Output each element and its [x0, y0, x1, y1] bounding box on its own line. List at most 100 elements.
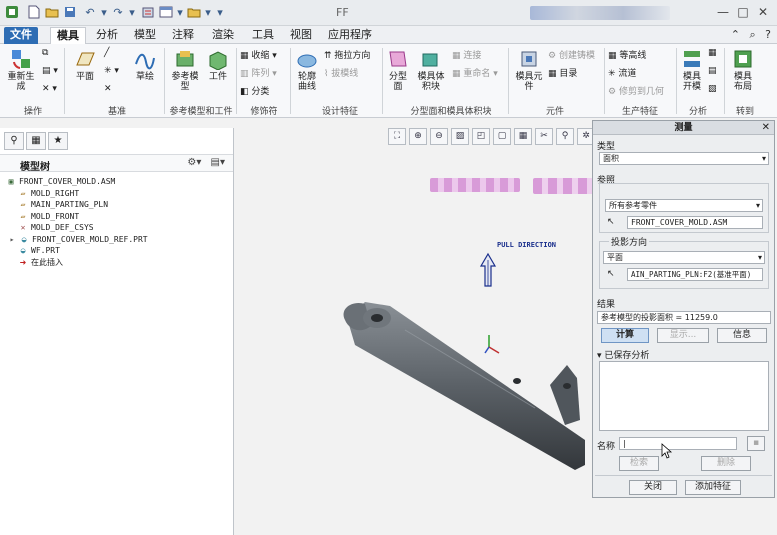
- mold-volume-button[interactable]: 模具体 积块: [414, 48, 448, 92]
- tree-item[interactable]: ◒ WF.PRT: [6, 245, 148, 257]
- projection-reference-field[interactable]: AIN_PARTING_PLN:F2(基准平面): [627, 268, 763, 281]
- reference-model-field[interactable]: FRONT_COVER_MOLD.ASM: [627, 216, 763, 229]
- trim-to-geometry-button[interactable]: ⚙ 修剪到几何: [608, 84, 664, 97]
- axis-icon[interactable]: ╱: [104, 48, 109, 58]
- mold-component-button[interactable]: 模具元 件: [512, 48, 546, 92]
- reference-pick-arrow-icon[interactable]: ↖: [607, 217, 615, 227]
- refit-icon[interactable]: ⛶: [388, 128, 406, 145]
- type-select[interactable]: 面积: [599, 152, 769, 165]
- regenerate-icon[interactable]: [140, 4, 156, 20]
- save-icon[interactable]: [62, 4, 78, 20]
- close-dialog-button[interactable]: 关闭: [629, 480, 677, 495]
- tree-item[interactable]: ▸ ◒ FRONT_COVER_MOLD_REF.PRT: [6, 234, 148, 246]
- projection-select[interactable]: 平面: [603, 251, 765, 264]
- tree-item[interactable]: ▱ MOLD_RIGHT: [6, 188, 148, 200]
- zoom-in-icon[interactable]: ⊕: [409, 128, 427, 145]
- tab-view[interactable]: 视图: [284, 27, 318, 44]
- new-file-icon[interactable]: [26, 4, 42, 20]
- zoom-out-icon[interactable]: ⊖: [430, 128, 448, 145]
- analysis-small-icon-2[interactable]: ▤: [708, 66, 717, 76]
- title-bar: ↶ ▾ ↷ ▾ ▾ ▾ ▾ FF — □ ✕: [0, 0, 777, 26]
- projection-pick-arrow-icon[interactable]: ↖: [607, 269, 615, 279]
- open-folder-icon[interactable]: [44, 4, 60, 20]
- saved-views-icon[interactable]: ▢: [493, 128, 511, 145]
- reference-select[interactable]: 所有参考零件: [605, 199, 763, 212]
- help-icon[interactable]: ?: [765, 28, 771, 41]
- minimize-button[interactable]: —: [714, 4, 732, 20]
- customize-toolbar-icon[interactable]: ▾: [212, 4, 228, 20]
- view-manager-icon[interactable]: ▦: [514, 128, 532, 145]
- create-mold-button[interactable]: ⚙ 创建铸模: [548, 48, 595, 61]
- folder-browser-tab-icon[interactable]: ▦: [26, 132, 46, 150]
- add-feature-button[interactable]: 添加特征: [685, 480, 741, 495]
- redo-dropdown-icon[interactable]: ▾: [124, 4, 140, 20]
- tree-filter-icon[interactable]: ▤▾: [211, 157, 225, 168]
- draft-line-button[interactable]: ⌇ 拔模线: [324, 66, 358, 79]
- analysis-small-icon-3[interactable]: ▧: [708, 84, 717, 94]
- datum-display-icon[interactable]: ✂: [535, 128, 553, 145]
- connect-icon: ▦: [452, 51, 464, 61]
- copy-icon[interactable]: ⧉: [42, 48, 48, 58]
- contour-curve-button[interactable]: 轮廓 曲线: [292, 48, 322, 92]
- close-button[interactable]: ✕: [754, 4, 772, 20]
- result-field: 参考模型的投影面积 = 11259.0: [597, 311, 771, 324]
- repaint-icon[interactable]: ▨: [451, 128, 469, 145]
- display-style-icon[interactable]: ◰: [472, 128, 490, 145]
- point-icon[interactable]: ✳ ▾: [104, 66, 119, 76]
- tab-annotate[interactable]: 注释: [166, 27, 200, 44]
- runner-button[interactable]: ✳ 流道: [608, 66, 636, 79]
- saved-analysis-list[interactable]: [599, 361, 769, 431]
- name-input[interactable]: |: [619, 437, 737, 450]
- tree-item[interactable]: ▣ FRONT_COVER_MOLD.ASM: [6, 176, 148, 188]
- draft-direction-button[interactable]: ⇈ 拖拉方向: [324, 48, 370, 61]
- ref-model-button[interactable]: 参考模 型: [168, 48, 202, 92]
- tab-model[interactable]: 模型: [128, 27, 162, 44]
- tab-tools[interactable]: 工具: [246, 27, 280, 44]
- workpiece-button[interactable]: 工件: [204, 48, 232, 82]
- tree-item[interactable]: ▱ MAIN_PARTING_PLN: [6, 199, 148, 211]
- directory-button[interactable]: ▦ 目录: [548, 66, 577, 79]
- show-button[interactable]: 显示...: [657, 328, 709, 343]
- tree-item-insert-here[interactable]: ➜ 在此插入: [6, 257, 148, 269]
- saved-analysis-header[interactable]: ▾ 已保存分析: [597, 348, 649, 361]
- save-analysis-icon[interactable]: ▪: [747, 436, 765, 451]
- maximize-button[interactable]: □: [734, 4, 752, 20]
- rename-button[interactable]: ▦ 重命名 ▾: [452, 66, 498, 79]
- csys-icon[interactable]: ✕: [104, 84, 112, 94]
- shrink-button[interactable]: ▦ 收缩 ▾: [240, 48, 277, 61]
- tab-applications[interactable]: 应用程序: [322, 27, 378, 44]
- expand-arrow-icon[interactable]: ▸: [8, 235, 16, 244]
- connect-button[interactable]: ▦ 连接: [452, 48, 481, 61]
- parting-surface-button[interactable]: 分型 面: [384, 48, 412, 92]
- array-button[interactable]: ▥ 阵列 ▾: [240, 66, 277, 79]
- tree-item[interactable]: ▱ MOLD_FRONT: [6, 211, 148, 223]
- model-tree-tab-icon[interactable]: ⚲: [4, 132, 24, 150]
- ribbon-minimize-icon[interactable]: ⌃: [731, 28, 740, 41]
- paste-icon[interactable]: ▤ ▾: [42, 66, 58, 76]
- compute-button[interactable]: 计算: [601, 328, 649, 343]
- retrieve-button[interactable]: 检索: [619, 456, 659, 471]
- tab-file[interactable]: 文件: [4, 27, 38, 44]
- group-analysis: 分析: [688, 107, 707, 117]
- sketch-button[interactable]: 草绘: [128, 48, 162, 82]
- plane-button[interactable]: 平面: [70, 48, 100, 82]
- classify-button[interactable]: ◧ 分类: [240, 84, 269, 97]
- analysis-small-icon-1[interactable]: ▦: [708, 48, 717, 58]
- mold-open-button[interactable]: 模具 开模: [678, 48, 706, 92]
- close-icon[interactable]: ✕: [762, 121, 770, 135]
- delete-button[interactable]: 删除: [701, 456, 751, 471]
- regenerate-button[interactable]: 重新生 成: [4, 48, 38, 92]
- delete-icon[interactable]: ✕ ▾: [42, 84, 57, 94]
- info-button[interactable]: 信息: [717, 328, 767, 343]
- favorites-tab-icon[interactable]: ★: [48, 132, 68, 150]
- annotation-display-icon[interactable]: ⚲: [556, 128, 574, 145]
- tree-settings-icon[interactable]: ⚙▾: [187, 157, 201, 168]
- tab-render[interactable]: 渲染: [206, 27, 240, 44]
- group-design-features: 设计特征: [321, 107, 358, 117]
- tab-analysis[interactable]: 分析: [90, 27, 124, 44]
- isoline-button[interactable]: ▦ 等高线: [608, 48, 646, 61]
- mold-layout-button[interactable]: 模具 布局: [728, 48, 758, 92]
- tab-mold[interactable]: 模具: [50, 27, 86, 44]
- search-icon[interactable]: ⌕: [749, 28, 755, 41]
- tree-item[interactable]: ✕ MOLD_DEF_CSYS: [6, 222, 148, 234]
